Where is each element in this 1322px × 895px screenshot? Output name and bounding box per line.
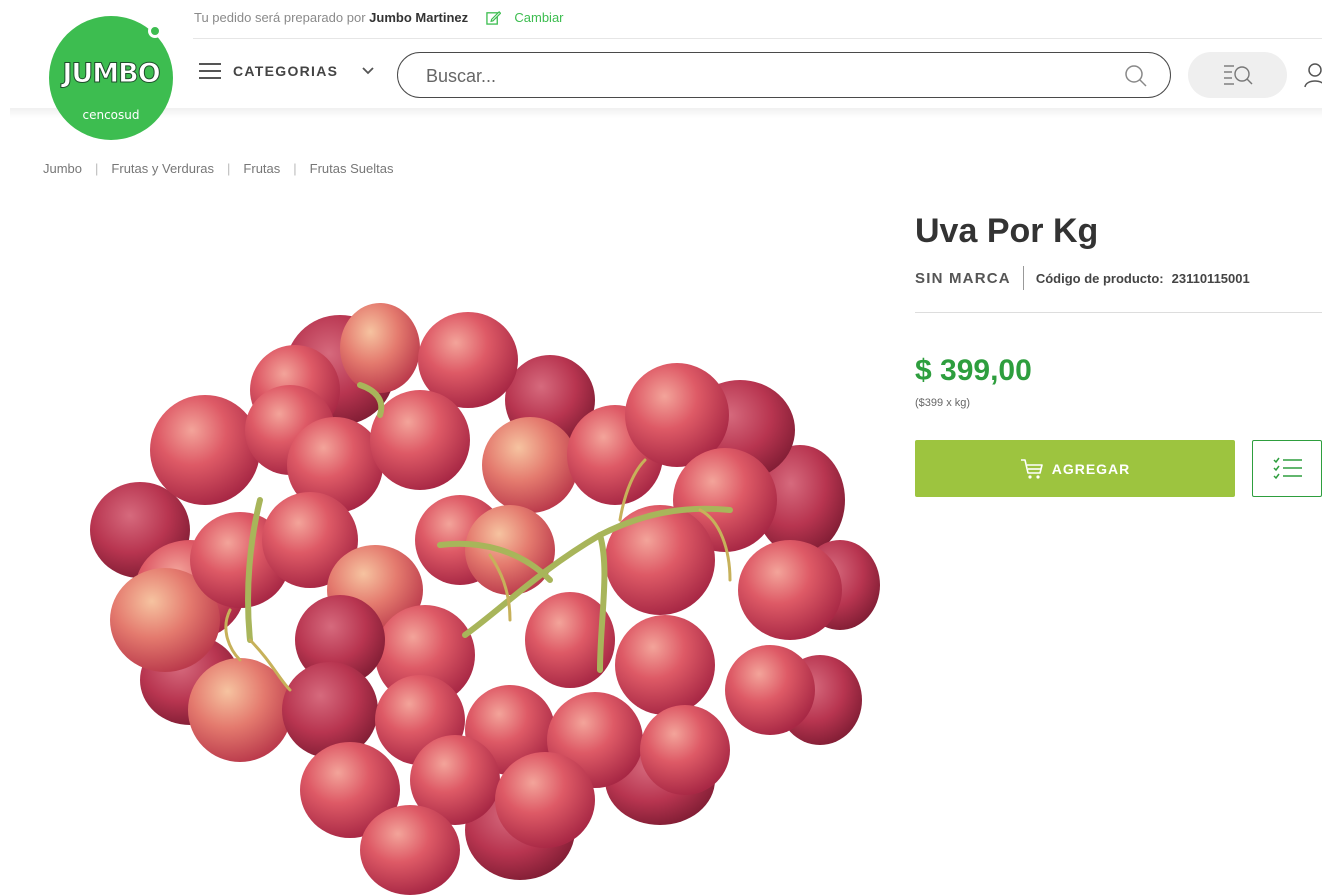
list-search-button[interactable] <box>1188 52 1287 98</box>
header-shadow <box>10 108 1322 118</box>
product-title: Uva Por Kg <box>915 212 1099 250</box>
breadcrumb-item[interactable]: Frutas <box>243 161 280 176</box>
unit-price: ($399 x kg) <box>915 397 971 409</box>
add-to-list-button[interactable] <box>1252 440 1322 497</box>
add-to-cart-button[interactable]: AGREGAR <box>915 440 1235 497</box>
breadcrumb-separator: | <box>293 161 297 176</box>
prepared-by-text: Tu pedido será preparado por <box>194 10 366 25</box>
meta-divider <box>1022 266 1024 290</box>
hamburger-icon <box>199 62 221 80</box>
product-price: $ 399,00 <box>915 354 1032 387</box>
product-image[interactable] <box>80 290 880 895</box>
breadcrumb-item[interactable]: Jumbo <box>43 161 82 176</box>
store-info: Tu pedido será preparado por Jumbo Marti… <box>194 10 564 25</box>
grapes-illustration <box>90 303 880 895</box>
product-meta: SIN MARCA Código de producto: 2311011500… <box>915 266 1250 290</box>
breadcrumb-item[interactable]: Frutas Sueltas <box>310 161 394 176</box>
cart-icon <box>1020 458 1043 479</box>
breadcrumb: Jumbo | Frutas y Verduras | Frutas | Fru… <box>43 161 393 176</box>
edit-icon[interactable] <box>486 10 501 25</box>
product-code-value: 23110115001 <box>1171 270 1250 286</box>
categories-menu-button[interactable]: CATEGORIAS <box>199 62 374 80</box>
product-code-label: Código de producto: <box>1035 270 1164 286</box>
add-to-cart-label: AGREGAR <box>1051 460 1131 477</box>
info-divider <box>915 312 1322 313</box>
product-brand[interactable]: SIN MARCA <box>915 270 1011 287</box>
user-icon[interactable] <box>1304 62 1322 88</box>
breadcrumb-separator: | <box>227 161 231 176</box>
logo-text: JUMBO <box>62 58 161 90</box>
search-bar <box>397 52 1171 98</box>
chevron-down-icon <box>362 67 374 75</box>
logo-subtext: cencosud <box>82 108 140 122</box>
breadcrumb-item[interactable]: Frutas y Verduras <box>111 161 214 176</box>
search-input[interactable] <box>426 63 1106 89</box>
search-icon[interactable] <box>1124 64 1148 88</box>
change-store-link[interactable]: Cambiar <box>514 10 563 25</box>
categories-label: CATEGORIAS <box>233 63 339 79</box>
checklist-icon <box>1273 457 1302 480</box>
store-name: Jumbo Martinez <box>369 10 469 25</box>
header-divider <box>193 38 1322 39</box>
breadcrumb-separator: | <box>95 161 99 176</box>
list-search-icon <box>1224 65 1253 85</box>
logo-dot <box>148 24 162 38</box>
